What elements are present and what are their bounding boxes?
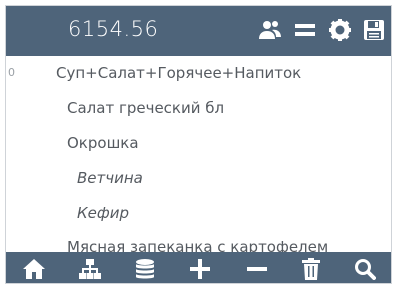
list-item[interactable]: Ветчина [6,161,391,197]
list-item[interactable]: Салат греческий бл [6,91,391,127]
save-icon[interactable] [363,19,385,41]
plus-icon[interactable] [189,258,211,280]
bottom-toolbar [6,252,391,283]
list-item[interactable]: Окрошка [6,126,391,162]
hierarchy-icon[interactable] [79,258,102,280]
header-actions [258,18,385,42]
item-qty: 0 [8,66,15,79]
item-label: Кефир [77,204,129,222]
order-list: 0 Суп+Салат+Горячее+Напиток Салат гречес… [6,56,391,256]
app-frame: 6154.56 0 Суп+Салат+Горячее+Напиток Сала… [5,5,392,284]
item-label: Ветчина [77,169,143,187]
search-icon[interactable] [354,258,376,280]
list-item[interactable]: Кефир [6,196,391,232]
users-icon[interactable] [258,18,282,42]
settings-icon[interactable] [328,18,352,42]
item-label: Салат греческий бл [67,99,225,117]
trash-icon[interactable] [301,257,320,280]
order-total: 6154.56 [68,17,159,41]
item-label: Суп+Салат+Горячее+Напиток [56,64,302,82]
database-icon[interactable] [135,258,155,280]
header-bar: 6154.56 [6,6,391,56]
minus-icon[interactable] [246,258,268,280]
item-label: Окрошка [67,134,139,152]
menu-equals-icon[interactable] [293,18,317,42]
list-item[interactable]: 0 Суп+Салат+Горячее+Напиток [6,56,391,92]
home-icon[interactable] [23,258,46,280]
